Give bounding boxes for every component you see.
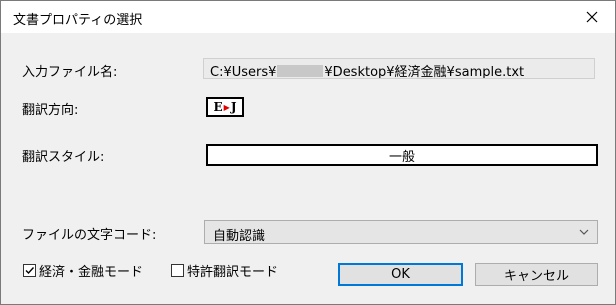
redacted-username: [277, 65, 324, 77]
cancel-button-label: キャンセル: [503, 269, 569, 284]
ok-button[interactable]: OK: [338, 263, 463, 286]
encoding-select[interactable]: 自動認識: [204, 220, 598, 244]
input-file-path-suffix: ¥Desktop¥経済金融¥sample.txt: [324, 65, 525, 79]
translation-style-button[interactable]: 一般: [206, 144, 598, 166]
ok-button-label: OK: [391, 267, 410, 282]
checkmark-icon: [25, 267, 35, 275]
input-file-path: C:¥Users¥ ¥Desktop¥経済金融¥sample.txt: [203, 58, 595, 79]
encoding-value: 自動認識: [213, 229, 266, 244]
direction-to: J: [230, 100, 237, 114]
translation-style-value: 一般: [388, 149, 415, 165]
encoding-label: ファイルの文字コード:: [22, 228, 157, 243]
dialog-window: 文書プロパティの選択 入力ファイル名: C:¥Users¥ ¥Desktop¥経済…: [0, 0, 616, 305]
input-file-label: 入力ファイル名:: [22, 65, 118, 80]
economy-mode-label: 経済・金融モード: [39, 265, 144, 280]
dialog-title: 文書プロパティの選択: [13, 13, 143, 28]
cancel-button[interactable]: キャンセル: [475, 263, 598, 286]
translation-direction-icon[interactable]: E ▶ J: [206, 97, 244, 117]
patent-mode-checkbox[interactable]: 特許翻訳モード: [171, 261, 278, 280]
style-label: 翻訳スタイル:: [22, 150, 105, 165]
direction-arrow-icon: ▶: [223, 102, 230, 112]
close-button[interactable]: [569, 1, 615, 33]
chevron-down-icon: [579, 229, 589, 235]
direction-from: E: [213, 100, 223, 114]
economy-mode-checkbox[interactable]: 経済・金融モード: [23, 261, 143, 280]
economy-mode-box[interactable]: [23, 264, 36, 277]
direction-label: 翻訳方向:: [22, 103, 79, 118]
patent-mode-label: 特許翻訳モード: [187, 265, 279, 280]
title-bar: 文書プロパティの選択: [1, 1, 615, 33]
patent-mode-box[interactable]: [171, 264, 184, 277]
close-icon: [586, 11, 598, 23]
input-file-path-prefix: C:¥Users¥: [210, 65, 277, 79]
